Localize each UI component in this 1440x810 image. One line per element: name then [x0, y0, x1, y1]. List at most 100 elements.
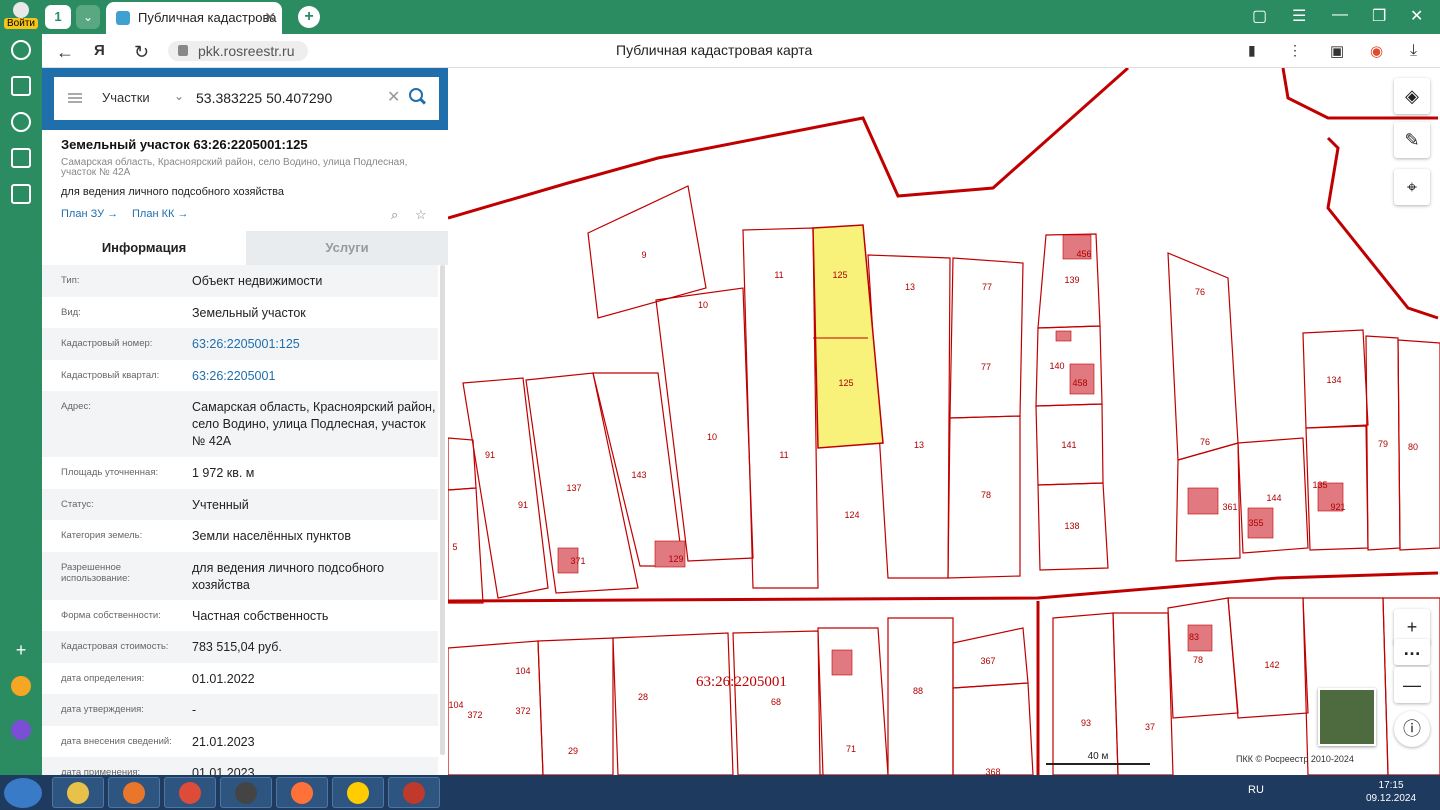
- chrome-icon: [179, 782, 201, 804]
- parcel-label: 104: [448, 700, 463, 710]
- row-value: Земли населённых пунктов: [192, 529, 351, 543]
- tab-count-icon[interactable]: [11, 148, 31, 168]
- parcel-label: 135: [1312, 480, 1327, 490]
- page-title: Публичная кадастровая карта: [616, 42, 813, 58]
- ruler-button[interactable]: ✎: [1394, 122, 1430, 158]
- parcel-label: 29: [568, 746, 578, 756]
- tab-info[interactable]: Информация: [42, 231, 246, 265]
- parcel-label: 77: [981, 362, 991, 372]
- screenshot-icon[interactable]: [11, 184, 31, 204]
- parcel-label: 125: [838, 378, 853, 388]
- parcel-label: 368: [985, 767, 1000, 775]
- minimize-icon[interactable]: —: [1332, 6, 1348, 24]
- plan-zu-link[interactable]: План ЗУ →: [61, 208, 118, 220]
- info-panel: Участки ⌄ 53.383225 50.407290 ✕ ‹ Земель…: [42, 68, 462, 775]
- tab-group-button[interactable]: 1: [45, 5, 71, 29]
- compass-button[interactable]: ⓘ: [1394, 711, 1430, 747]
- chevron-down-icon[interactable]: ⌄: [174, 89, 184, 103]
- more-icon[interactable]: ⋮: [1288, 42, 1302, 59]
- star-icon[interactable]: ☆: [415, 207, 429, 222]
- clock[interactable]: 17:15 09.12.2024: [1366, 779, 1416, 805]
- parcel-label: 13: [905, 282, 915, 292]
- cadastral-quarter-link[interactable]: 63:26:2205001: [192, 368, 437, 385]
- search-input[interactable]: 53.383225 50.407290: [196, 90, 332, 106]
- row-key: Адрес:: [61, 401, 91, 412]
- parcel-label: 124: [844, 510, 859, 520]
- chevron-down-icon[interactable]: ⌄: [76, 5, 100, 29]
- info-table: Тип: Объект недвижимости Вид: Земельный уч…: [42, 265, 438, 775]
- parcel-label: 11: [774, 270, 783, 280]
- locate-button[interactable]: ⌖: [1394, 169, 1430, 205]
- scale-bar: 40 м: [1046, 751, 1150, 767]
- login-button[interactable]: Войти: [4, 2, 38, 30]
- zoom-to-object-icon[interactable]: ⌕: [391, 207, 405, 222]
- plan-kk-link[interactable]: План КК →: [132, 208, 188, 220]
- explorer-app[interactable]: [52, 777, 104, 808]
- tab-bar: 1 ⌄ Публичная кадастрова ✕ + ▢ ☰ — ❐ ✕: [42, 0, 1440, 34]
- parcel-label: 137: [566, 483, 581, 493]
- alice-icon[interactable]: [11, 720, 31, 740]
- row-key: дата утверждения:: [61, 704, 144, 715]
- market-icon[interactable]: [11, 676, 31, 696]
- parcel-label: 371: [570, 556, 585, 566]
- table-row: Тип: Объект недвижимости: [42, 265, 438, 297]
- reload-icon[interactable]: ↻: [134, 42, 149, 63]
- game-icon: [403, 782, 425, 804]
- table-row: Кадастровая стоимость: 783 515,04 руб.: [42, 631, 438, 663]
- parcel-label: 144: [1266, 493, 1281, 503]
- parcel-label: 372: [467, 710, 482, 720]
- parcel-label: 78: [1193, 655, 1203, 665]
- close-tab-icon[interactable]: ✕: [264, 9, 276, 26]
- url-field[interactable]: pkk.rosreestr.ru: [168, 41, 308, 61]
- close-window-icon[interactable]: ✕: [1410, 6, 1423, 26]
- download-icon[interactable]: ⤓: [1410, 42, 1417, 60]
- cadastral-map[interactable]: 9 10 11 125 125 13 77 77 139 456 140 458 141 138 76 76 1…: [448, 68, 1440, 775]
- play-icon[interactable]: [11, 112, 31, 132]
- parcel-label: 372: [515, 706, 530, 716]
- bookmark-panel-icon[interactable]: ▢: [1252, 6, 1267, 26]
- history-icon[interactable]: [11, 40, 31, 60]
- map-canvas: 9 10 11 125 125 13 77 77 139 456 140 458 141 138 76 76 1…: [448, 68, 1440, 775]
- game-app[interactable]: [388, 777, 440, 808]
- tab-services[interactable]: Услуги: [246, 231, 448, 265]
- row-key: Тип:: [61, 275, 80, 286]
- bookmark-icon[interactable]: ▮: [1248, 42, 1256, 59]
- extensions-icon[interactable]: ▣: [1330, 42, 1344, 60]
- new-tab-button[interactable]: +: [298, 6, 320, 28]
- zoom-out-button[interactable]: —: [1394, 667, 1430, 703]
- panel-scrollbar[interactable]: [440, 265, 445, 755]
- more-tools-button[interactable]: …: [1394, 639, 1430, 665]
- media-icon: [123, 782, 145, 804]
- clear-icon[interactable]: ✕: [387, 87, 400, 107]
- row-key: Форма собственности:: [61, 610, 161, 621]
- firefox-app[interactable]: [276, 777, 328, 808]
- parcel-label: 104: [515, 666, 530, 676]
- parcel-label: 134: [1326, 375, 1341, 385]
- hamburger-icon[interactable]: [68, 93, 82, 103]
- yandex-app[interactable]: [332, 777, 384, 808]
- layers-button[interactable]: ◈: [1394, 78, 1430, 114]
- restore-icon[interactable]: ❐: [1372, 6, 1386, 26]
- basemap-thumbnail[interactable]: [1318, 688, 1376, 746]
- table-row: дата утверждения: -: [42, 694, 438, 726]
- chrome-app[interactable]: [164, 777, 216, 808]
- active-tab[interactable]: Публичная кадастрова ✕: [106, 2, 282, 34]
- parcel-label: 76: [1195, 287, 1205, 297]
- back-icon[interactable]: ←: [56, 42, 74, 63]
- add-panel-icon[interactable]: +: [11, 640, 31, 660]
- menu-icon[interactable]: ☰: [1292, 6, 1306, 26]
- scanner-app[interactable]: [220, 777, 272, 808]
- start-button[interactable]: [4, 778, 42, 808]
- search-icon[interactable]: [407, 86, 427, 106]
- language-indicator[interactable]: RU: [1248, 784, 1264, 796]
- collections-icon[interactable]: [11, 76, 31, 96]
- search-type-select[interactable]: Участки: [102, 90, 150, 105]
- parcel-label: 71: [846, 744, 856, 754]
- row-value: Объект недвижимости: [192, 274, 323, 288]
- yandex-icon[interactable]: Я: [94, 42, 105, 59]
- row-value: 1 972 кв. м: [192, 466, 255, 480]
- cadastral-number-link[interactable]: 63:26:2205001:125: [192, 336, 437, 353]
- media-app[interactable]: [108, 777, 160, 808]
- browser-profile-icon[interactable]: ◉: [1370, 42, 1383, 60]
- parcel-label: 367: [980, 656, 995, 666]
